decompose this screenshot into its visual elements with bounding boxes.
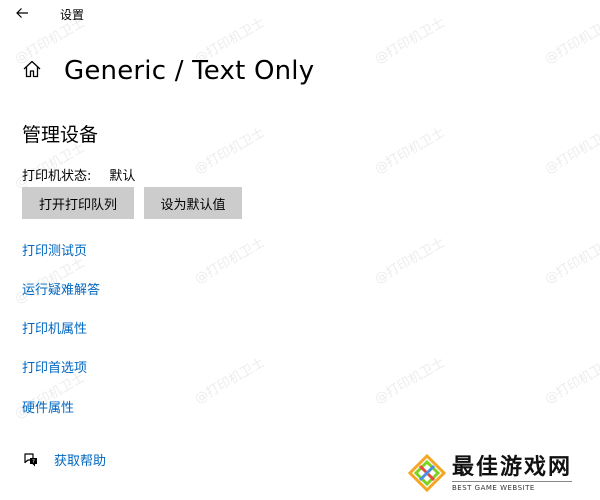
set-default-button[interactable]: 设为默认值 <box>144 187 242 219</box>
watermark-text: @打印机卫士 <box>372 235 448 288</box>
get-help-row: ? 获取帮助 <box>22 450 106 469</box>
page-header: Generic / Text Only <box>20 54 314 88</box>
page-title: Generic / Text Only <box>64 56 315 86</box>
brand-tagline: BEST GAME WEBSITE <box>452 480 573 492</box>
watermark-text: @打印机卫士 <box>372 125 448 178</box>
brand-logo: 最佳游戏网 BEST GAME WEBSITE <box>406 450 592 496</box>
window-title: 设置 <box>60 8 85 22</box>
link-run-troubleshooter[interactable]: 运行疑难解答 <box>22 279 100 298</box>
back-arrow-icon <box>15 5 29 24</box>
brand-name: 最佳游戏网 <box>452 454 573 480</box>
section-title-manage-device: 管理设备 <box>22 124 99 146</box>
svg-text:?: ? <box>32 459 35 465</box>
open-print-queue-button[interactable]: 打开打印队列 <box>22 187 134 219</box>
help-chat-icon: ? <box>22 451 40 469</box>
watermark-text: @打印机卫士 <box>542 235 600 288</box>
watermark-text: @打印机卫士 <box>192 125 268 178</box>
watermark-text: @打印机卫士 <box>192 355 268 408</box>
back-button[interactable] <box>12 4 32 24</box>
watermark-text: @打印机卫士 <box>192 235 268 288</box>
watermark-text: @打印机卫士 <box>542 355 600 408</box>
home-icon <box>22 59 42 83</box>
printer-status-row: 打印机状态: 默认 <box>22 165 135 184</box>
link-printing-preferences[interactable]: 打印首选项 <box>22 357 87 376</box>
link-print-test-page[interactable]: 打印测试页 <box>22 240 87 259</box>
link-printer-properties[interactable]: 打印机属性 <box>22 318 87 337</box>
title-bar: 设置 <box>0 0 600 30</box>
home-button[interactable] <box>20 59 44 83</box>
brand-text: 最佳游戏网 BEST GAME WEBSITE <box>452 454 573 492</box>
printer-status-value: 默认 <box>109 169 136 184</box>
watermark-text: @打印机卫士 <box>372 355 448 408</box>
get-help-link[interactable]: 获取帮助 <box>54 450 106 469</box>
printer-status-label: 打印机状态: <box>22 169 92 184</box>
brand-logo-icon <box>407 453 447 493</box>
watermark-text: @打印机卫士 <box>542 125 600 178</box>
link-hardware-properties[interactable]: 硬件属性 <box>22 397 74 416</box>
